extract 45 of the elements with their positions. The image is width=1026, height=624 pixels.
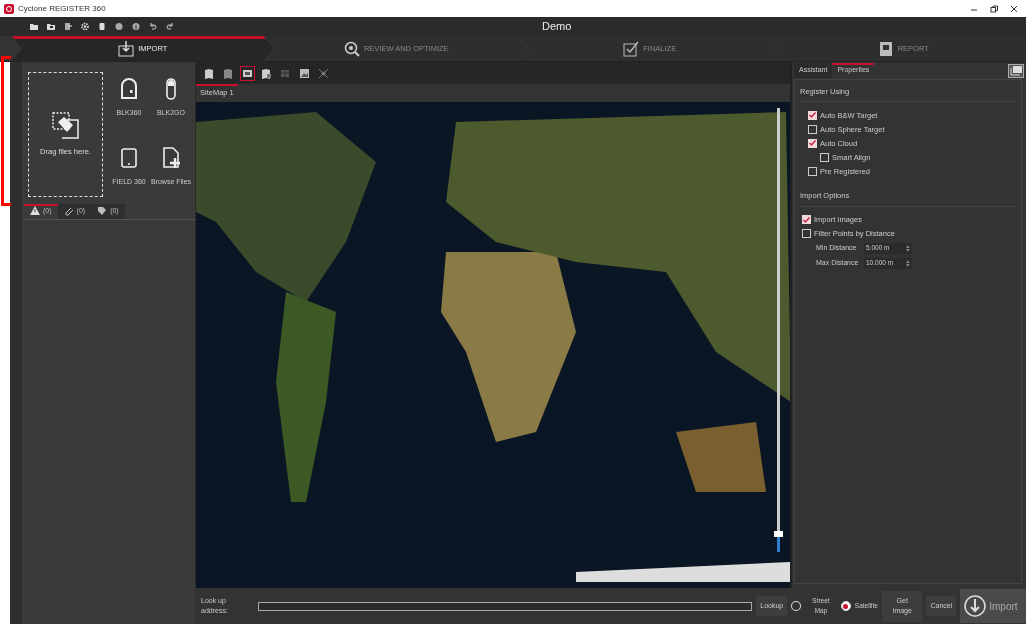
folder-icon[interactable] — [30, 22, 38, 31]
undock-button[interactable] — [1008, 63, 1024, 78]
settings-icon[interactable] — [81, 22, 89, 31]
frame-icon — [242, 67, 253, 79]
warning-icon — [30, 206, 40, 217]
hand-drop-icon — [51, 111, 80, 140]
app-title: Cyclone REGISTER 360 — [18, 2, 106, 15]
network-icon — [318, 67, 329, 79]
download-circle-icon — [964, 595, 987, 617]
checkbox[interactable] — [802, 215, 811, 224]
spinner-icon[interactable] — [906, 244, 910, 252]
picture-icon — [299, 67, 310, 79]
info-icon[interactable] — [132, 22, 140, 31]
check-icon — [809, 140, 816, 147]
download-tray-icon — [118, 40, 135, 57]
map-tool-button[interactable] — [240, 65, 255, 81]
zoom-slider[interactable] — [777, 108, 780, 552]
slider-thumb[interactable] — [774, 531, 783, 538]
app-logo-icon — [4, 3, 14, 14]
document-title: Demo — [542, 19, 572, 35]
map-icon — [204, 67, 215, 79]
database-icon[interactable] — [98, 22, 106, 31]
file-add-icon — [161, 146, 181, 169]
export-icon[interactable] — [64, 22, 72, 31]
checkbox-icon — [623, 40, 640, 57]
tablet-icon — [119, 146, 139, 169]
map-icon — [261, 67, 272, 79]
magnifier-icon — [343, 40, 360, 57]
check-icon — [809, 112, 816, 119]
restore-icon[interactable] — [990, 4, 998, 13]
check-icon — [803, 216, 810, 223]
window-icon — [1008, 63, 1024, 78]
grid-icon — [280, 67, 291, 79]
paperclip-icon — [63, 206, 74, 217]
folder-icon[interactable] — [47, 22, 55, 31]
map-icon — [223, 67, 234, 79]
spinner-icon[interactable] — [906, 259, 910, 267]
scanner-icon — [119, 78, 139, 100]
import-button[interactable]: Import — [960, 589, 1026, 623]
address-field[interactable] — [258, 601, 753, 611]
document-icon — [877, 40, 894, 57]
redo-icon[interactable] — [166, 22, 174, 31]
radio-button[interactable] — [840, 601, 851, 611]
undo-icon[interactable] — [149, 22, 157, 31]
close-icon[interactable] — [1010, 4, 1018, 13]
